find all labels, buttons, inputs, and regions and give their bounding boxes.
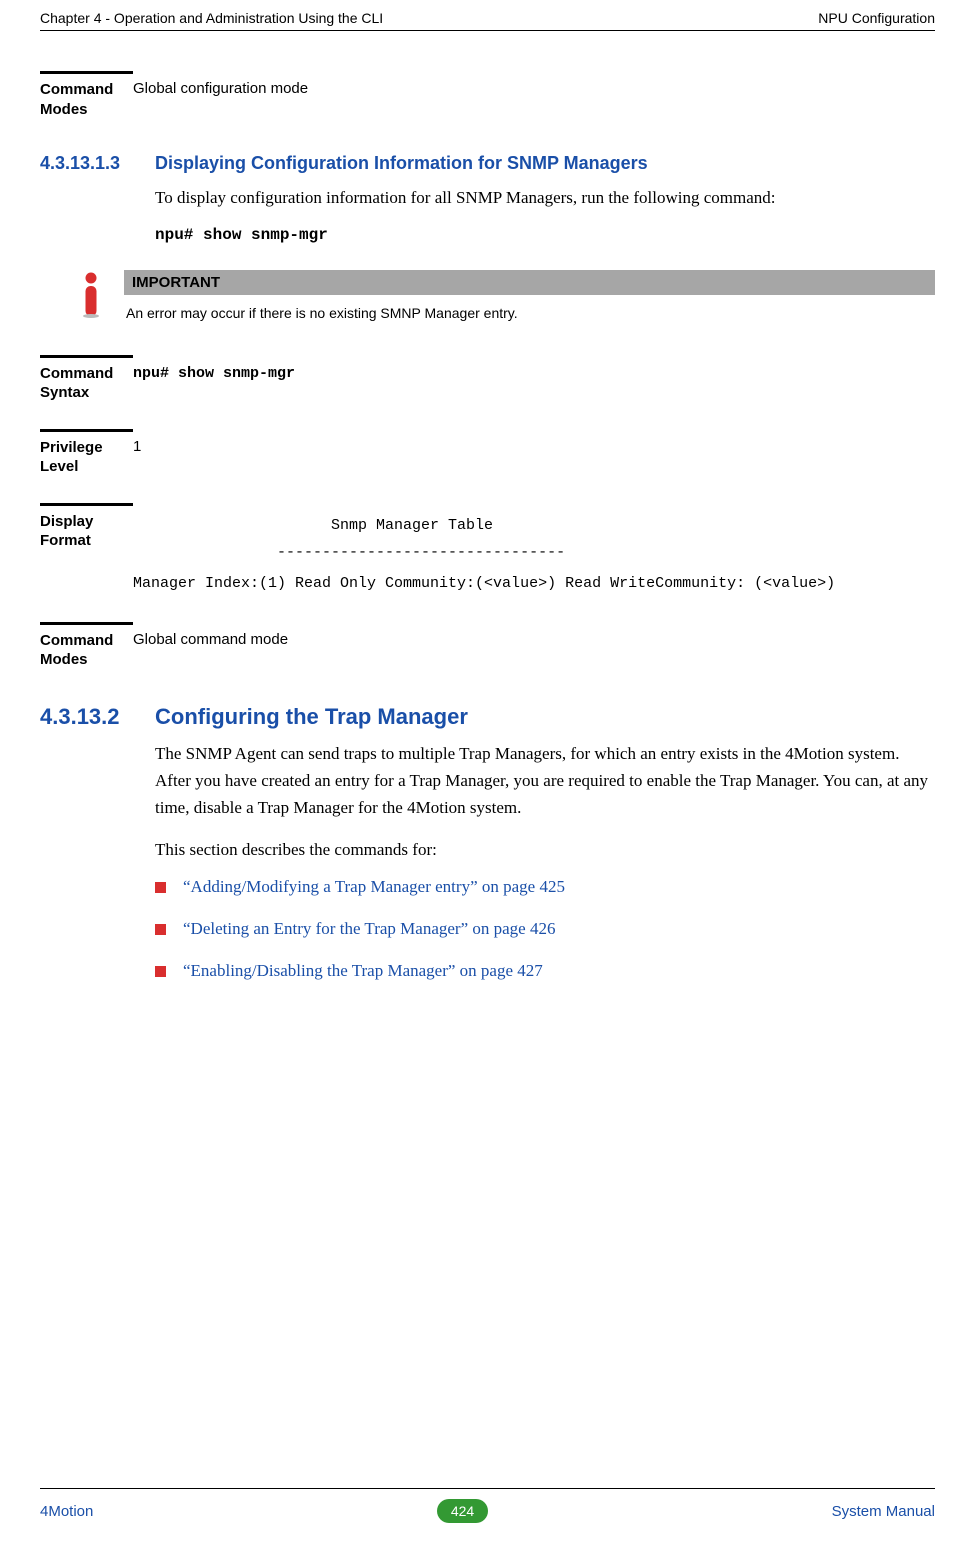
- footer-left: 4Motion: [40, 1503, 93, 1520]
- section-paragraph-2: This section describes the commands for:: [155, 836, 935, 863]
- spec-rule: [40, 429, 133, 432]
- running-head-right: NPU Configuration: [818, 10, 935, 26]
- spec-rule: [40, 503, 133, 506]
- command-syntax-value: npu# show snmp-mgr: [133, 364, 935, 384]
- section-number: 4.3.13.1.3: [40, 153, 155, 174]
- bullet-link-2[interactable]: “Deleting an Entry for the Trap Manager”…: [155, 919, 935, 939]
- important-callout: IMPORTANT An error may occur if there is…: [82, 270, 935, 323]
- callout-title: IMPORTANT: [124, 270, 935, 295]
- display-format-label: Display Format: [40, 512, 133, 551]
- section-paragraph-1: The SNMP Agent can send traps to multipl…: [155, 740, 935, 822]
- privilege-level-label: Privilege Level: [40, 438, 133, 477]
- callout-body: An error may occur if there is no existi…: [124, 295, 935, 323]
- section-number-2: 4.3.13.2: [40, 704, 155, 730]
- running-head-left: Chapter 4 - Operation and Administration…: [40, 10, 383, 26]
- command-modes-label-2: Command Modes: [40, 631, 133, 670]
- command-modes-label: Command Modes: [40, 80, 133, 119]
- command-syntax-label: Command Syntax: [40, 364, 133, 403]
- bullet-link-1[interactable]: “Adding/Modifying a Trap Manager entry” …: [155, 877, 935, 897]
- info-icon: [82, 272, 100, 323]
- display-format-divider: --------------------------------: [133, 539, 935, 566]
- page-footer: 4Motion 424 System Manual: [40, 1488, 935, 1523]
- bullet-link-3[interactable]: “Enabling/Disabling the Trap Manager” on…: [155, 961, 935, 981]
- section-title: Displaying Configuration Information for…: [155, 153, 648, 174]
- display-format-title: Snmp Manager Table: [133, 512, 935, 539]
- spec-rule: [40, 355, 133, 358]
- section-paragraph: To display configuration information for…: [155, 184, 935, 211]
- footer-right: System Manual: [832, 1503, 935, 1520]
- bullet-list: “Adding/Modifying a Trap Manager entry” …: [155, 877, 935, 981]
- page-number-badge: 424: [437, 1499, 488, 1523]
- footer-rule: [40, 1488, 935, 1489]
- command-modes-value-2: Global command mode: [133, 631, 935, 648]
- header-rule: [40, 30, 935, 31]
- command-modes-value: Global configuration mode: [133, 80, 935, 97]
- spec-rule: [40, 71, 133, 74]
- command-example: npu# show snmp-mgr: [155, 225, 935, 246]
- display-format-body: Manager Index:(1) Read Only Community:(<…: [133, 572, 935, 596]
- running-head: Chapter 4 - Operation and Administration…: [40, 10, 935, 30]
- spec-rule: [40, 622, 133, 625]
- privilege-level-value: 1: [133, 438, 935, 455]
- section-title-2: Configuring the Trap Manager: [155, 704, 468, 730]
